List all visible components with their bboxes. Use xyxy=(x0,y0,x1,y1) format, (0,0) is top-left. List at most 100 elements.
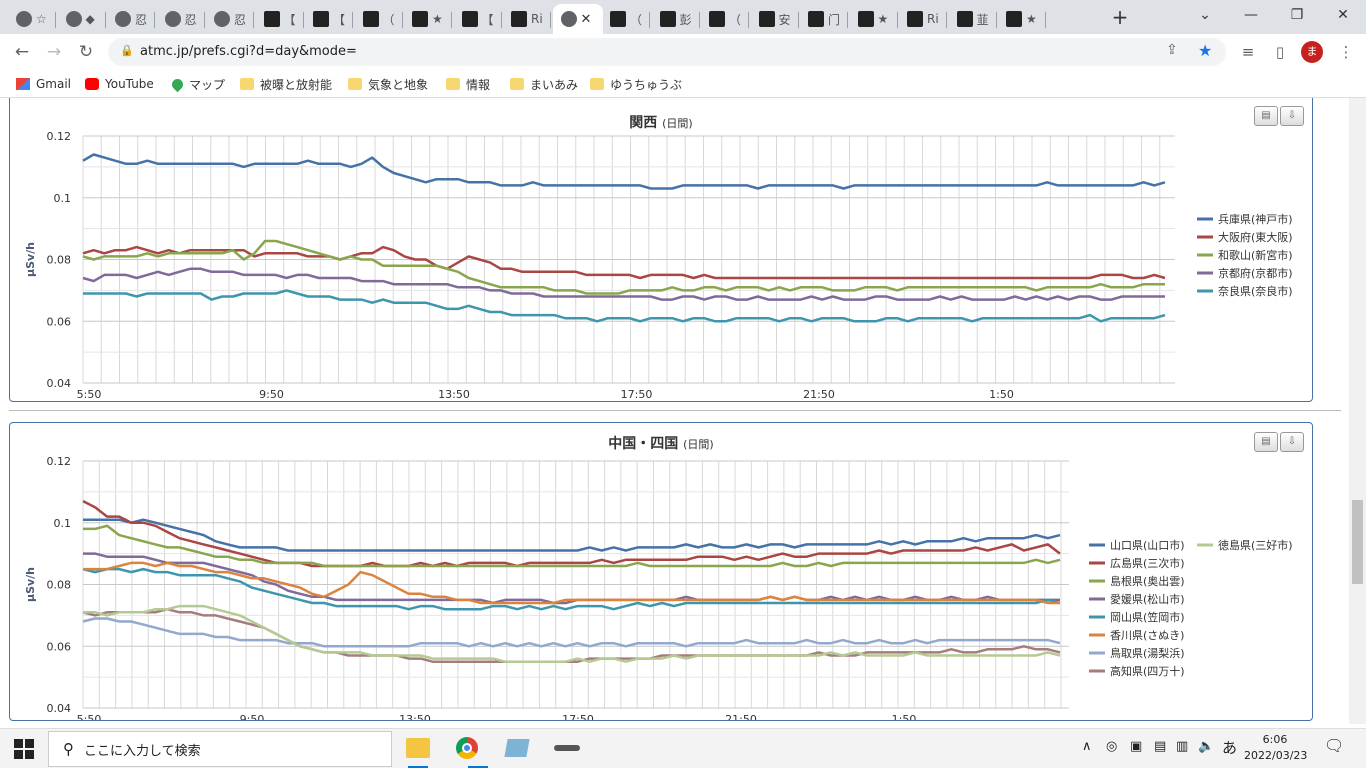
tab-title: 忍 xyxy=(135,12,148,27)
legend-label: 奈良県(奈良市) xyxy=(1218,284,1293,298)
new-tab-button[interactable]: + xyxy=(1108,5,1132,29)
bookmark-item[interactable]: Gmail xyxy=(16,75,71,93)
bookmark-item[interactable]: 気象と地象 xyxy=(348,75,428,93)
kansai-chart-panel: 関西 (日間) ▤ ⇩ 0.04 0.06 0.08 0.1 0.12 μSv/h 5:50… xyxy=(9,98,1313,402)
tray-app-icon[interactable]: ▣ xyxy=(1130,739,1142,754)
reload-icon[interactable]: ↻ xyxy=(74,40,98,64)
tab-title: ◆ xyxy=(85,12,95,26)
close-tab-icon[interactable]: ✕ xyxy=(581,12,592,27)
tab[interactable]: 【 xyxy=(454,4,502,34)
legend-label: 高知県(四万十) xyxy=(1110,664,1185,678)
bookmark-item[interactable]: 被曝と放射能 xyxy=(240,75,332,93)
share-icon[interactable]: ⇪ xyxy=(1166,42,1178,58)
legend-label: 和歌山(新宮市) xyxy=(1218,248,1293,262)
tab-title: 门 xyxy=(828,12,841,27)
scrollbar-thumb[interactable] xyxy=(1352,500,1363,584)
tab[interactable]: Ri xyxy=(899,4,947,34)
ime-indicator[interactable]: あ xyxy=(1222,737,1237,758)
legend-label: 愛媛県(松山市) xyxy=(1110,592,1185,606)
tray-overflow-icon[interactable]: ∧ xyxy=(1082,739,1092,754)
maps-icon xyxy=(169,76,186,92)
profile-avatar[interactable]: ま xyxy=(1301,41,1323,63)
tab[interactable]: ★ xyxy=(850,4,898,34)
bookmark-item[interactable]: ゆうちゅうぶ xyxy=(590,75,682,93)
bookmark-item[interactable]: マップ xyxy=(169,75,226,93)
legend-label: 山口県(山口市) xyxy=(1110,538,1185,552)
folder-icon xyxy=(240,78,254,90)
bookmark-star-icon[interactable]: ★ xyxy=(1198,41,1212,60)
toolbar: ← → ↻ 🔒 atmc.jp/prefs.cgi?d=day&mode= ⇪ … xyxy=(0,34,1366,70)
tab[interactable]: 【 xyxy=(305,4,353,34)
back-icon[interactable]: ← xyxy=(10,40,34,64)
notes-app-icon[interactable] xyxy=(504,739,530,757)
x-tick-label: 1:50 xyxy=(989,388,1014,401)
x-tick-label: 5:50 xyxy=(77,713,102,720)
speaker-icon[interactable]: 🔈 xyxy=(1198,739,1214,754)
taskbar-search-box[interactable]: ⚲ ここに入力して検索 xyxy=(48,731,392,767)
tab[interactable]: 忍 xyxy=(107,4,155,34)
chugoku-shikoku-line-chart: 0.04 0.06 0.08 0.1 0.12 μSv/h 5:50 9:50 13:50 17:… xyxy=(24,455,1293,720)
site-icon xyxy=(610,11,626,27)
legend-label: 大阪府(東大阪) xyxy=(1218,230,1293,244)
close-window-button[interactable]: ✕ xyxy=(1328,4,1358,28)
app-icon[interactable] xyxy=(554,745,580,751)
tray-app-icon[interactable]: ▥ xyxy=(1176,739,1188,754)
maximize-button[interactable]: ❐ xyxy=(1282,4,1312,28)
tab-title: ★ xyxy=(1026,12,1037,26)
site-icon xyxy=(956,11,973,27)
globe-icon xyxy=(214,11,230,27)
series-line xyxy=(82,267,1165,301)
bookmark-item[interactable]: 情報 xyxy=(446,75,490,93)
folder-icon xyxy=(446,78,460,90)
folder-icon xyxy=(348,78,362,90)
notification-icon[interactable]: 🗨 xyxy=(1324,736,1344,755)
windows-start-icon[interactable] xyxy=(14,739,34,759)
tab[interactable]: 忍 xyxy=(157,4,205,34)
search-icon: ⚲ xyxy=(63,740,74,758)
tab[interactable]: 彭 xyxy=(652,4,700,34)
chrome-icon[interactable] xyxy=(456,737,478,759)
search-placeholder: ここに入力して検索 xyxy=(84,743,201,759)
menu-icon[interactable]: ⋮ xyxy=(1334,40,1358,64)
address-bar[interactable]: 🔒 atmc.jp/prefs.cgi?d=day&mode= ⇪ ★ xyxy=(108,38,1226,66)
tab-active[interactable]: ✕ xyxy=(552,4,603,34)
tab[interactable]: （ xyxy=(701,4,749,34)
clock[interactable]: 6:06 2022/03/23 xyxy=(1244,732,1307,764)
tab-title: 彭 xyxy=(679,12,692,27)
kansai-line-chart: 0.04 0.06 0.08 0.1 0.12 μSv/h 5:50 9:50 13:50 17:… xyxy=(24,130,1293,401)
vertical-scrollbar[interactable] xyxy=(1349,98,1366,724)
y-tick-label: 0.1 xyxy=(54,192,72,205)
tab[interactable]: 安 xyxy=(751,4,799,34)
y-tick-label: 0.08 xyxy=(47,254,72,267)
reading-list-icon[interactable]: ≡ xyxy=(1236,40,1260,64)
bookmark-label: マップ xyxy=(189,77,226,92)
tab[interactable]: 门 xyxy=(800,4,848,34)
tab[interactable]: ☆ xyxy=(8,4,56,34)
tab-title: ☆ xyxy=(36,12,47,26)
tab[interactable]: Ri xyxy=(503,4,551,34)
tab[interactable]: （ xyxy=(602,4,650,34)
tab[interactable]: ★ xyxy=(404,4,452,34)
tab[interactable]: ★ xyxy=(998,4,1046,34)
tab[interactable]: （ xyxy=(355,4,403,34)
tab[interactable]: 【 xyxy=(256,4,304,34)
youtube-icon xyxy=(85,78,99,90)
legend-label: 広島県(三次市) xyxy=(1110,556,1185,570)
bookmark-item[interactable]: YouTube xyxy=(85,75,154,93)
file-explorer-icon[interactable] xyxy=(406,738,430,758)
bookmark-item[interactable]: まいあみ xyxy=(510,75,578,93)
y-tick-label: 0.06 xyxy=(47,315,72,328)
meet-icon[interactable]: ◎ xyxy=(1106,739,1117,754)
bookmark-label: 情報 xyxy=(466,77,491,92)
site-icon xyxy=(659,11,676,27)
tab-search-button[interactable]: ⌄ xyxy=(1190,4,1220,28)
forward-icon[interactable]: → xyxy=(42,40,66,64)
tray-app-icon[interactable]: ▤ xyxy=(1154,739,1166,754)
tab[interactable]: ◆ xyxy=(58,4,106,34)
tab[interactable]: 忍 xyxy=(206,4,254,34)
tab-title: ★ xyxy=(432,12,443,26)
url-text[interactable]: atmc.jp/prefs.cgi?d=day&mode= xyxy=(140,44,357,59)
side-panel-icon[interactable]: ▯ xyxy=(1268,40,1292,64)
tab[interactable]: 韮 xyxy=(949,4,997,34)
minimize-button[interactable]: — xyxy=(1236,4,1266,28)
